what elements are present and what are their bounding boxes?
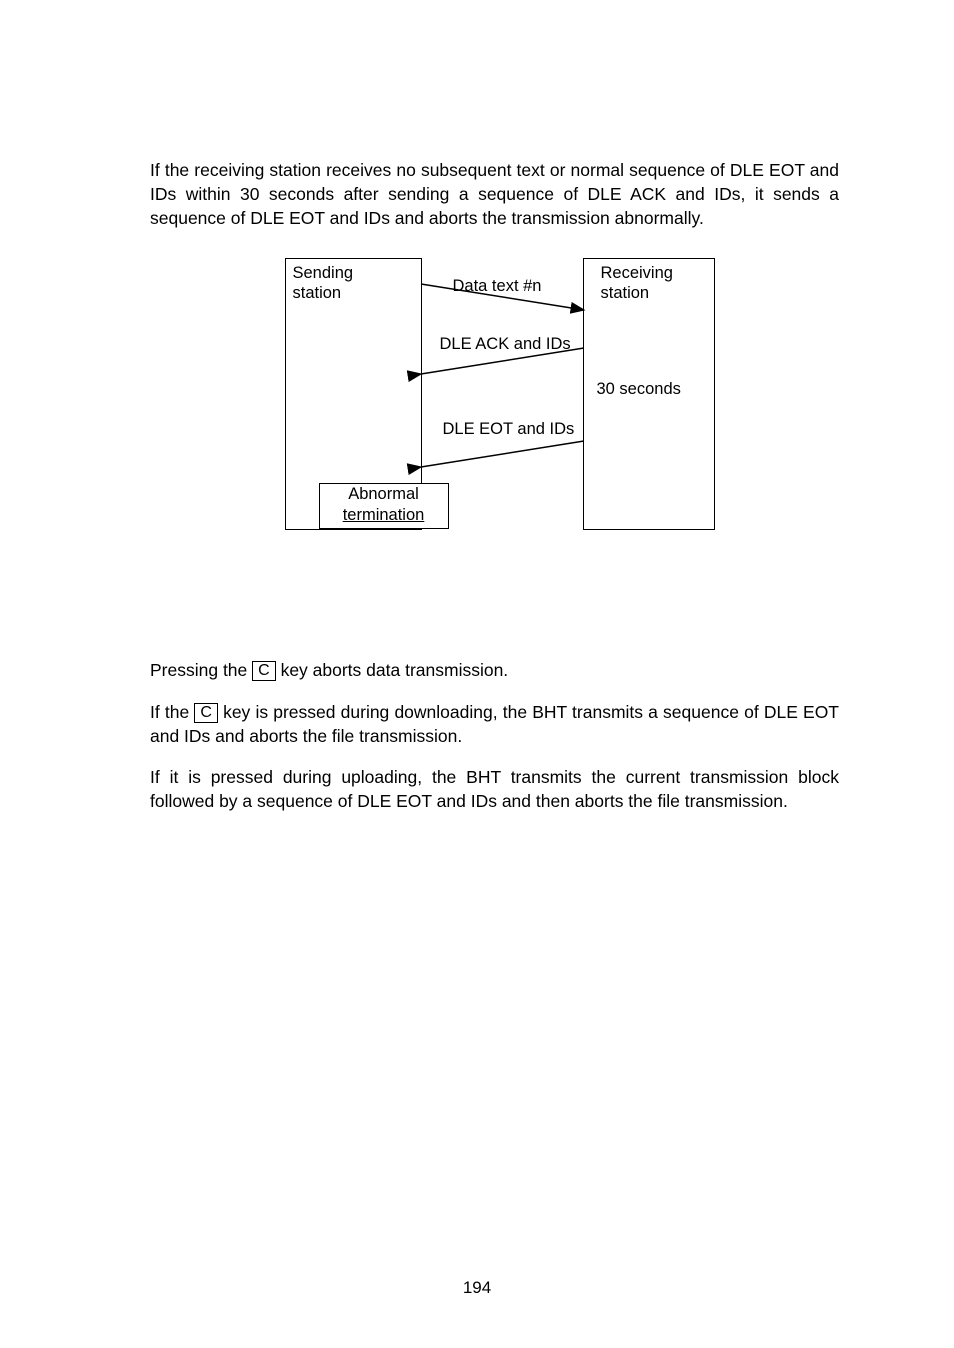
receiving-station-label: Receiving station [601,264,701,304]
text-fragment: key is pressed during downloading, the B… [150,702,839,746]
paragraph-pressing-c: Pressing the C key aborts data transmiss… [150,658,839,682]
page-content: If the receiving station receives no sub… [0,0,954,814]
paragraph-intro: If the receiving station receives no sub… [150,158,839,230]
abnormal-line1: Abnormal [348,485,419,503]
msg-dle-ack: DLE ACK and IDs [440,335,571,354]
msg-data-text: Data text #n [453,277,542,296]
page-number: 194 [0,1278,954,1298]
msg-dle-eot: DLE EOT and IDs [443,420,575,439]
text-fragment: Pressing the [150,660,252,680]
paragraph-uploading: If it is pressed during uploading, the B… [150,765,839,813]
keycap-c-icon: C [194,703,218,723]
timeout-label: 30 seconds [597,380,717,399]
sequence-diagram: Sending station Receiving station Data t… [275,258,715,558]
paragraph-downloading: If the C key is pressed during downloadi… [150,700,839,748]
sending-station-label: Sending station [293,264,354,304]
abnormal-line2: termination [343,506,425,524]
keycap-c-icon: C [252,661,276,681]
text-fragment: If the [150,702,194,722]
abnormal-termination-box: Abnormal termination [319,483,449,529]
text-fragment: key aborts data transmission. [276,660,508,680]
